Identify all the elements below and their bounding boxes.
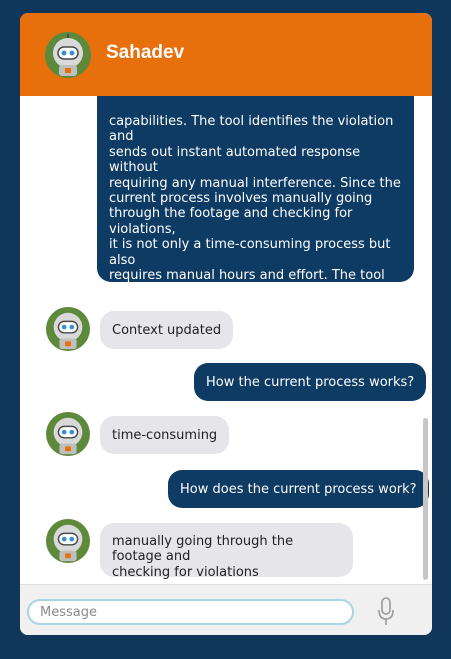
message-line: How the current process works?: [206, 375, 415, 390]
message-input[interactable]: [27, 599, 354, 625]
message-line: checking for violations: [112, 564, 259, 580]
user-message: How the current process works?: [194, 363, 427, 401]
robot-avatar-icon: [46, 307, 90, 351]
user-message: capabilities. The tool identifies the vi…: [97, 96, 414, 329]
message-line: time-consuming: [112, 428, 218, 443]
microphone-icon[interactable]: [377, 597, 395, 627]
message-line: makes the entire process automated with …: [109, 283, 401, 299]
message-line: manually going through the footage and: [112, 534, 294, 565]
bot-message: manually going through the footage and c…: [100, 523, 353, 580]
message-line: requiring any manual interference. Since…: [109, 175, 401, 191]
message-line: current process involves manually going: [109, 191, 373, 207]
input-bar: [20, 584, 432, 635]
message-line: through the footage and checking for vio…: [109, 206, 353, 237]
user-message: How does the current process work?: [168, 470, 429, 508]
message-line: sends out instant automated response wit…: [109, 144, 361, 176]
bot-message: Context updated: [100, 311, 234, 349]
message-line: capabilities. The tool identifies the vi…: [109, 114, 394, 145]
message-line: How does the current process work?: [180, 482, 417, 497]
chat-header: Sahadev: [20, 13, 432, 96]
robot-avatar-icon: [46, 519, 90, 563]
robot-avatar-icon: [46, 412, 90, 456]
bot-message: time-consuming: [100, 416, 230, 454]
robot-avatar-icon: [45, 32, 91, 78]
bot-name: Sahadev: [106, 42, 185, 63]
chat-window: Sahadev capabilities. The tool identifie…: [20, 13, 432, 635]
message-line: Context updated: [112, 323, 222, 338]
scrollbar[interactable]: [423, 418, 428, 580]
message-line: requires manual hours and effort. The to…: [109, 268, 385, 284]
message-line: it is not only a time-consuming process …: [109, 237, 391, 268]
message-list[interactable]: capabilities. The tool identifies the vi…: [20, 96, 432, 584]
